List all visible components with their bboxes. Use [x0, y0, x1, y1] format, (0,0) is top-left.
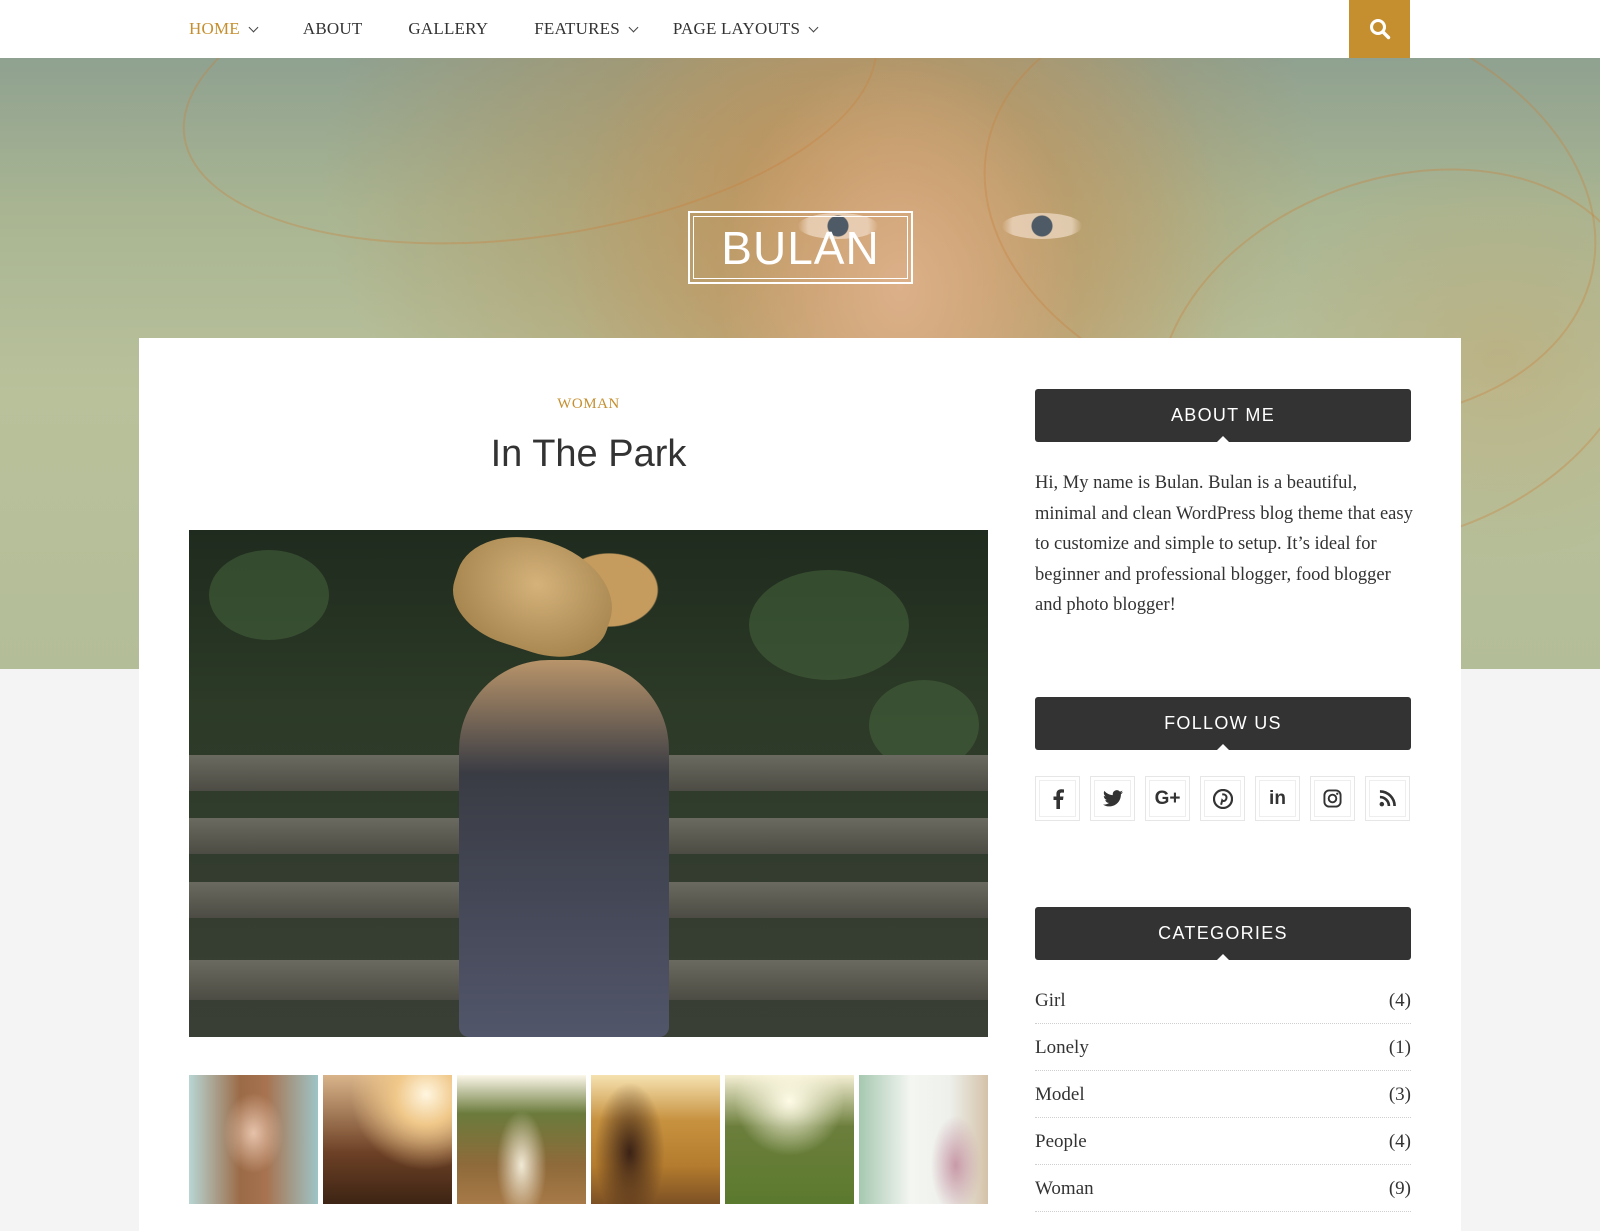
- nav-item-page-layouts[interactable]: PAGE LAYOUTS: [672, 19, 819, 39]
- chevron-down-icon: [248, 22, 259, 32]
- nav-item-label: FEATURES: [534, 19, 620, 38]
- linkedin-icon: in: [1269, 787, 1286, 809]
- nav-item-label: HOME: [189, 19, 240, 38]
- title-notch: [1217, 744, 1229, 750]
- rss-icon: [1379, 790, 1396, 807]
- category-list: Girl (4) Lonely (1) Model (3) People (4)…: [1035, 977, 1411, 1212]
- facebook-link[interactable]: [1035, 776, 1080, 821]
- post-featured-image[interactable]: [189, 530, 988, 1037]
- chevron-down-icon: [808, 22, 819, 32]
- linkedin-link[interactable]: in: [1255, 776, 1300, 821]
- twitter-icon: [1102, 790, 1123, 807]
- foliage-decoration: [749, 570, 909, 680]
- widget-title-text: FOLLOW US: [1164, 713, 1282, 733]
- woman-figure: [459, 660, 669, 1037]
- title-notch: [1217, 436, 1229, 442]
- straw-hat: [440, 530, 628, 673]
- title-notch: [1217, 954, 1229, 960]
- nav-item-label: ABOUT: [302, 19, 363, 38]
- about-widget-title: ABOUT ME: [1035, 389, 1411, 442]
- categories-widget-title: CATEGORIES: [1035, 907, 1411, 960]
- post-category-link[interactable]: WOMAN: [189, 396, 988, 413]
- category-name: People: [1035, 1131, 1087, 1152]
- category-name: Girl: [1035, 990, 1066, 1011]
- foliage-decoration: [209, 550, 329, 640]
- site-title: BULAN: [721, 221, 880, 274]
- category-item-model[interactable]: Model (3): [1035, 1071, 1411, 1118]
- google-plus-link[interactable]: G+: [1145, 776, 1190, 821]
- pinterest-link[interactable]: [1200, 776, 1245, 821]
- category-count: (4): [1388, 1131, 1411, 1152]
- eye-decoration: [1002, 213, 1082, 239]
- instagram-link[interactable]: [1310, 776, 1355, 821]
- search-icon: [1369, 19, 1390, 40]
- gallery-thumbnail[interactable]: [457, 1075, 586, 1204]
- google-plus-icon: G+: [1154, 787, 1181, 809]
- category-item-people[interactable]: People (4): [1035, 1118, 1411, 1165]
- nav-item-features[interactable]: FEATURES: [534, 19, 639, 39]
- category-name: Woman: [1035, 1178, 1094, 1199]
- top-navigation-bar: HOME ABOUT GALLERY FEATURES PAGE LAYOUTS: [0, 0, 1600, 58]
- nav-item-gallery[interactable]: GALLERY: [408, 19, 488, 39]
- nav-item-label: GALLERY: [408, 19, 489, 38]
- social-links: G+ in: [1035, 776, 1410, 821]
- gallery-thumbnail[interactable]: [859, 1075, 988, 1204]
- category-name: Model: [1035, 1084, 1085, 1105]
- category-item-girl[interactable]: Girl (4): [1035, 977, 1411, 1024]
- gallery-thumbnail[interactable]: [591, 1075, 720, 1204]
- instagram-icon: [1323, 789, 1342, 808]
- post-title[interactable]: In The Park: [189, 433, 988, 476]
- follow-widget-title: FOLLOW US: [1035, 697, 1411, 750]
- category-name: Lonely: [1035, 1037, 1089, 1058]
- nav-item-home[interactable]: HOME: [189, 19, 259, 39]
- category-count: (9): [1388, 1178, 1411, 1199]
- about-text: Hi, My name is Bulan. Bulan is a beautif…: [1035, 473, 1413, 616]
- category-count: (1): [1388, 1037, 1411, 1058]
- widget-title-text: CATEGORIES: [1158, 923, 1288, 943]
- main-menu: HOME ABOUT GALLERY FEATURES PAGE LAYOUTS: [189, 0, 863, 58]
- category-count: (3): [1388, 1084, 1411, 1105]
- gallery-thumbnail[interactable]: [323, 1075, 452, 1204]
- nav-item-about[interactable]: ABOUT: [303, 19, 363, 39]
- post-gallery: [189, 1075, 988, 1204]
- category-item-woman[interactable]: Woman (9): [1035, 1165, 1411, 1212]
- twitter-link[interactable]: [1090, 776, 1135, 821]
- gallery-thumbnail[interactable]: [725, 1075, 854, 1204]
- gallery-thumbnail[interactable]: [189, 1075, 318, 1204]
- site-logo[interactable]: BULAN: [688, 211, 913, 284]
- facebook-icon: [1053, 788, 1064, 809]
- pinterest-icon: [1212, 788, 1233, 809]
- category-item-lonely[interactable]: Lonely (1): [1035, 1024, 1411, 1071]
- rss-link[interactable]: [1365, 776, 1410, 821]
- chevron-down-icon: [628, 22, 639, 32]
- widget-title-text: ABOUT ME: [1170, 405, 1276, 425]
- category-count: (4): [1388, 990, 1411, 1011]
- nav-item-label: PAGE LAYOUTS: [672, 19, 801, 38]
- search-button[interactable]: [1349, 0, 1410, 58]
